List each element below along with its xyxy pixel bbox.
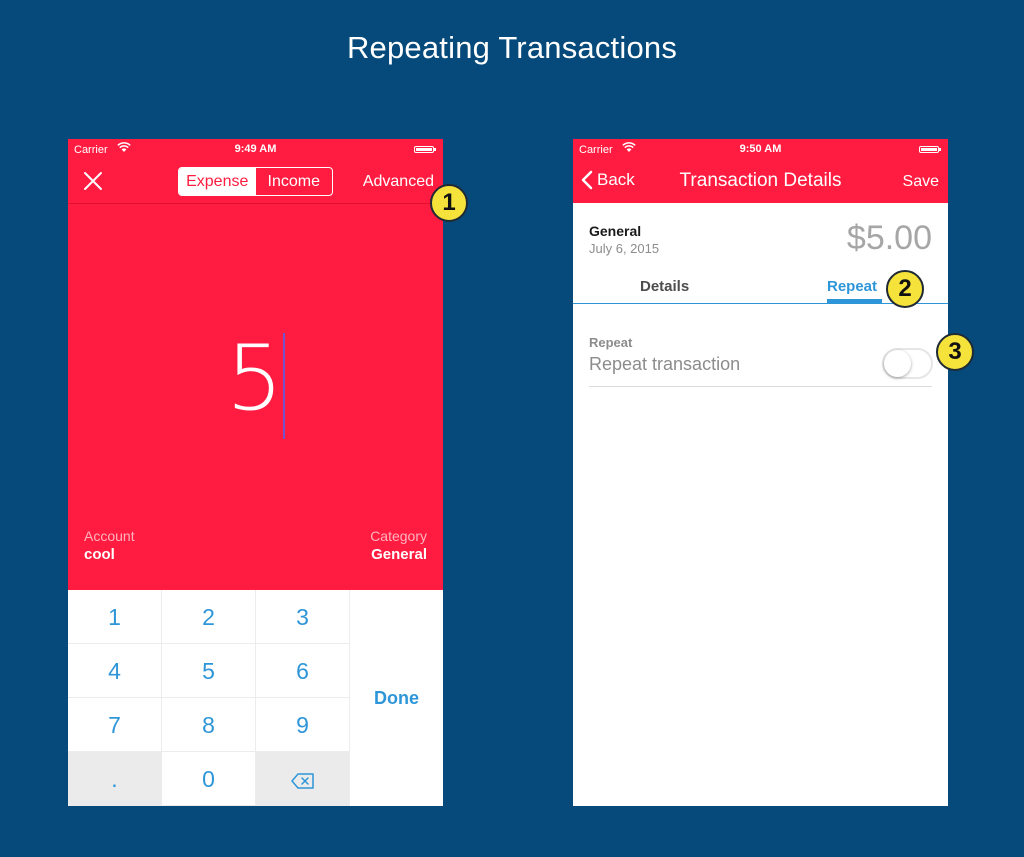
key-5[interactable]: 5 — [162, 644, 256, 698]
key-7[interactable]: 7 — [68, 698, 162, 752]
amount-entry-panel: Carrier 9:49 AM Expense Income Advanced … — [68, 139, 443, 590]
key-8[interactable]: 8 — [162, 698, 256, 752]
page-title: Repeating Transactions — [346, 30, 678, 65]
callout-badge-3: 3 — [936, 333, 974, 371]
transaction-amount: $5.00 — [846, 219, 932, 257]
transaction-date: July 6, 2015 — [589, 241, 660, 256]
amount-display[interactable]: 5 — [226, 329, 283, 429]
battery-icon — [919, 146, 941, 153]
text-caret — [283, 333, 285, 439]
navigation-bar: Carrier 9:50 AM Back Transaction Details… — [573, 139, 948, 203]
account-selector[interactable]: cool — [84, 546, 115, 563]
close-icon[interactable] — [82, 170, 104, 192]
key-4[interactable]: 4 — [68, 644, 162, 698]
transaction-type-control: Expense Income — [178, 167, 333, 196]
nav-title: Transaction Details — [679, 170, 842, 191]
tab-details[interactable]: Details — [640, 278, 689, 295]
toggle-knob — [884, 350, 911, 377]
tab-repeat[interactable]: Repeat — [827, 278, 877, 295]
segment-income[interactable]: Income — [256, 168, 333, 195]
add-transaction-screen: Carrier 9:49 AM Expense Income Advanced … — [68, 139, 443, 806]
status-time: 9:50 AM — [739, 143, 782, 155]
save-button[interactable]: Save — [903, 173, 939, 191]
key-9[interactable]: 9 — [256, 698, 350, 752]
key-backspace[interactable] — [256, 752, 350, 806]
account-label: Account — [84, 528, 135, 544]
category-label: Category — [370, 528, 427, 544]
status-bar: Carrier 9:49 AM — [68, 139, 443, 159]
key-1[interactable]: 1 — [68, 590, 162, 644]
callout-badge-1: 1 — [430, 184, 468, 222]
segment-expense[interactable]: Expense — [179, 168, 256, 195]
status-bar: Carrier 9:50 AM — [573, 139, 948, 159]
battery-icon — [414, 146, 436, 153]
callout-badge-2: 2 — [886, 270, 924, 308]
advanced-button[interactable]: Advanced — [363, 173, 434, 191]
nav-divider — [68, 203, 443, 204]
key-6[interactable]: 6 — [256, 644, 350, 698]
active-tab-indicator — [827, 299, 882, 303]
transaction-category: General — [589, 223, 642, 239]
transaction-details-screen: Carrier 9:50 AM Back Transaction Details… — [573, 139, 948, 806]
repeat-section-label: Repeat — [589, 335, 633, 350]
key-2[interactable]: 2 — [162, 590, 256, 644]
category-selector[interactable]: General — [371, 546, 427, 563]
row-divider — [589, 386, 932, 387]
key-0[interactable]: 0 — [162, 752, 256, 806]
numeric-keypad: 1 2 3 4 5 6 7 8 9 . 0 Done — [68, 590, 443, 806]
repeat-transaction-label: Repeat transaction — [589, 354, 741, 374]
backspace-icon — [290, 773, 315, 789]
status-time: 9:49 AM — [234, 143, 277, 155]
key-3[interactable]: 3 — [256, 590, 350, 644]
key-decimal[interactable]: . — [68, 752, 162, 806]
done-button[interactable]: Done — [350, 590, 443, 806]
repeat-toggle[interactable] — [882, 348, 933, 379]
